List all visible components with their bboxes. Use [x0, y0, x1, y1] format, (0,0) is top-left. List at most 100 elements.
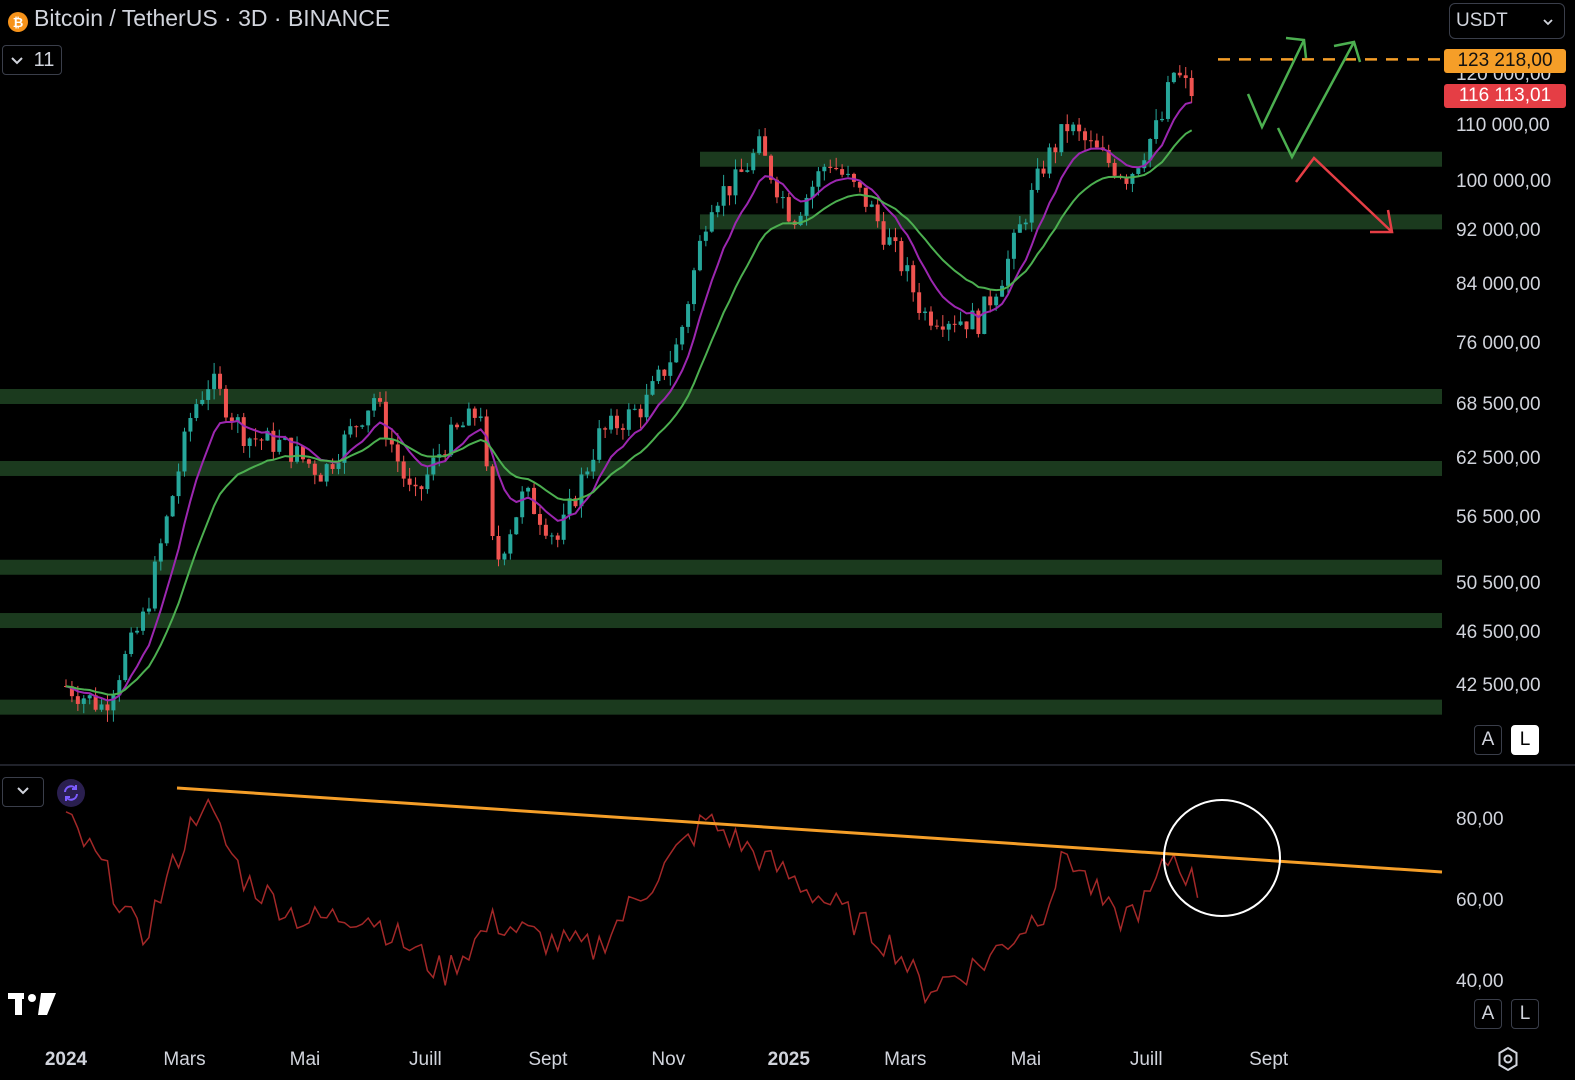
candle-body: [1041, 168, 1046, 174]
candle-body: [253, 438, 258, 440]
candle-body: [1094, 140, 1099, 148]
rsi-auto-scale-button[interactable]: A: [1474, 999, 1502, 1029]
pane-collapse-button[interactable]: [2, 777, 44, 807]
candle-body: [543, 524, 548, 536]
candle-body: [846, 173, 851, 175]
bitcoin-icon: ₿: [8, 12, 28, 32]
candle-body: [703, 231, 708, 241]
candle-body: [496, 536, 501, 560]
candle-body: [419, 486, 424, 490]
candle-body: [739, 169, 744, 172]
symbol-title[interactable]: Bitcoin / TetherUS · 3D · BINANCE: [34, 5, 390, 32]
candle-body: [223, 388, 228, 418]
price-tick-label: 76 000,00: [1456, 332, 1541, 354]
candle-body: [763, 136, 768, 156]
candle-body: [1011, 232, 1016, 259]
support-zone: [0, 460, 1442, 476]
candle-body: [1154, 120, 1159, 140]
candle-body: [579, 474, 584, 507]
candle-body: [911, 265, 916, 293]
candle-body: [1177, 72, 1182, 76]
currency-select[interactable]: USDT: [1449, 3, 1565, 39]
candle-body: [354, 426, 359, 428]
candle-body: [449, 424, 454, 456]
price-tick-label: 50 500,00: [1456, 573, 1541, 595]
candle-body: [644, 394, 649, 418]
candle-body: [502, 553, 507, 560]
candle-body: [508, 534, 513, 554]
candle-body: [401, 461, 406, 479]
candle-body: [218, 373, 223, 389]
price-tick-label: 68 500,00: [1456, 394, 1541, 416]
candle-body: [330, 464, 335, 469]
candle-body: [887, 237, 892, 245]
candle-body: [300, 446, 305, 460]
time-tick-label: 2024: [44, 1049, 88, 1070]
candle-body: [946, 323, 951, 330]
support-zone: [0, 613, 1442, 629]
candle-body: [828, 166, 833, 168]
rsi-tick-label: 40,00: [1456, 971, 1504, 992]
candle-body: [99, 704, 104, 710]
candle-body: [840, 169, 845, 175]
candle-body: [692, 270, 696, 305]
candle-body: [555, 535, 560, 540]
candle-body: [869, 204, 874, 207]
sync-icon[interactable]: [57, 779, 85, 807]
candle-body: [982, 296, 987, 334]
candle-body: [277, 439, 282, 452]
candle-body: [455, 424, 460, 428]
candle-body: [1088, 140, 1093, 142]
candle-body: [1171, 72, 1176, 83]
candle-body: [1130, 173, 1135, 184]
rsi-tick-label: 60,00: [1456, 890, 1504, 911]
candle-body: [1136, 168, 1141, 174]
candle-body: [863, 187, 868, 207]
candle-body: [952, 323, 957, 325]
rsi-log-scale-button[interactable]: L: [1511, 999, 1539, 1029]
candle-body: [751, 153, 756, 171]
candle-body: [1065, 124, 1070, 132]
candle-body: [674, 344, 679, 363]
currency-label: USDT: [1456, 10, 1508, 31]
indicator-toggle[interactable]: 11: [2, 45, 62, 75]
candle-body: [75, 696, 80, 704]
candle-body: [899, 241, 904, 272]
candle-body: [923, 311, 928, 314]
candle-body: [514, 517, 519, 535]
candle-body: [141, 611, 146, 631]
candle-body: [881, 221, 886, 245]
auto-scale-button[interactable]: A: [1474, 725, 1502, 755]
candle-body: [520, 491, 525, 518]
log-scale-button[interactable]: L: [1511, 725, 1539, 755]
candle-body: [1071, 124, 1076, 132]
candle-body: [324, 464, 329, 482]
candle-body: [958, 321, 963, 325]
price-tick-label: 46 500,00: [1456, 622, 1541, 644]
support-zone: [0, 699, 1442, 715]
candle-body: [306, 459, 311, 464]
candle-body: [626, 409, 631, 430]
candle-body: [378, 398, 382, 402]
candle-body: [780, 197, 785, 199]
chart-title: ₿ Bitcoin / TetherUS · 3D · BINANCE: [8, 4, 390, 32]
candle-body: [212, 373, 217, 390]
candle-body: [934, 325, 939, 327]
indicator-count: 11: [33, 48, 55, 71]
candle-body: [129, 632, 134, 655]
candle-body: [537, 514, 542, 525]
settings-icon[interactable]: [1495, 1046, 1521, 1077]
candle-body: [697, 240, 702, 271]
candle-body: [1006, 258, 1010, 286]
candle-body: [407, 478, 412, 485]
candle-body: [1165, 82, 1170, 119]
time-tick-label: Sept: [528, 1049, 568, 1070]
candle-body: [976, 310, 981, 334]
rsi-pane: [65, 786, 1443, 1005]
chart-canvas[interactable]: [0, 0, 1575, 1080]
candle-body: [460, 425, 465, 428]
candle-body: [188, 417, 193, 432]
candle-body: [686, 304, 691, 327]
candle-body: [1017, 224, 1022, 233]
candle-body: [348, 426, 353, 435]
